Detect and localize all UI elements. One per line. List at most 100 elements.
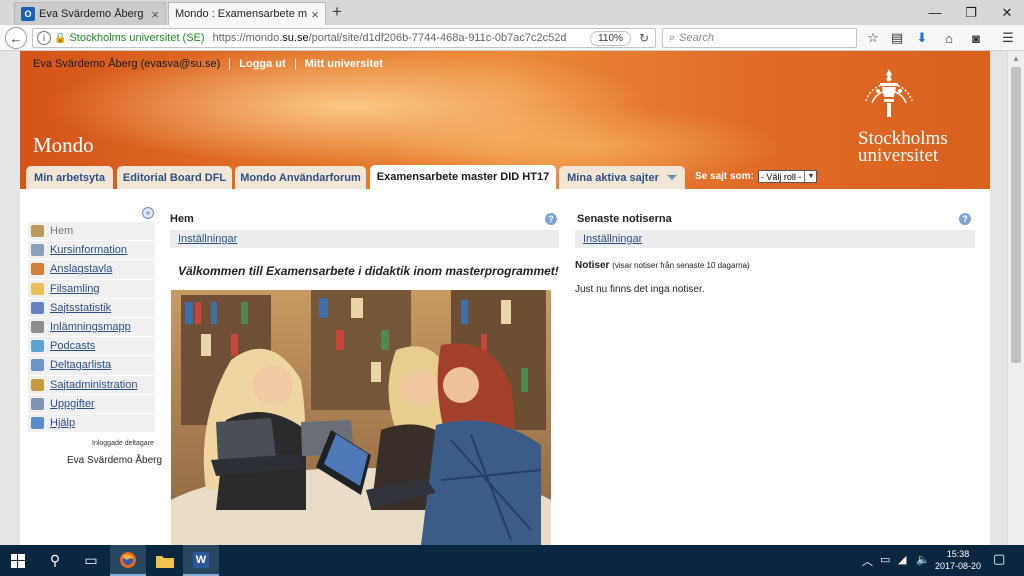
file-explorer-icon[interactable] (147, 545, 183, 576)
divider (229, 58, 231, 70)
tool-menu-item[interactable]: Sajtadministration (28, 375, 155, 395)
folder-icon (31, 282, 44, 295)
left-gutter (0, 51, 20, 545)
volume-icon[interactable]: 🔈 (916, 553, 930, 566)
help-icon[interactable]: ? (545, 213, 557, 225)
no-notices-text: Just nu finns det inga notiser. (575, 284, 705, 295)
tab-mondo-anvandarforum[interactable]: Mondo Användarforum (235, 166, 366, 189)
close-tab-icon[interactable]: × (151, 7, 159, 22)
home-settings-link[interactable]: Inställningar (178, 233, 237, 245)
dropbox-icon (31, 321, 44, 334)
logout-link[interactable]: Logga ut (239, 58, 285, 70)
tool-menu-item[interactable]: Podcasts (28, 337, 155, 357)
page-content: Eva Svärdemo Åberg (evasva@su.se) Logga … (0, 51, 1024, 545)
lock-icon: 🔒 (54, 32, 67, 44)
browser-nav-bar: ← i 🔒 Stockholms universitet (SE) https:… (0, 25, 1024, 51)
news-portlet-title: Senaste notiserna (577, 213, 672, 225)
university-logo[interactable]: Stockholms universitet (858, 61, 978, 166)
role-select[interactable]: - Välj roll - ▼ (757, 170, 818, 183)
university-seal-icon (865, 69, 913, 117)
close-window-button[interactable]: ✕ (990, 0, 1024, 25)
minimize-button[interactable]: — (918, 0, 952, 25)
tool-menu-item[interactable]: Uppgifter (28, 394, 155, 414)
view-as-control: Se sajt som: - Välj roll - ▼ (695, 170, 818, 183)
search-icon[interactable]: ⚲ (37, 545, 73, 576)
tool-menu-label: Sajtsstatistik (50, 301, 112, 314)
firefox-icon (120, 551, 136, 568)
notifications-icon[interactable]: ▢ (993, 551, 1005, 567)
close-tab-icon[interactable]: × (311, 7, 319, 22)
menu-icon[interactable]: ☰ (997, 28, 1019, 48)
tool-menu-label: Podcasts (50, 340, 96, 353)
welcome-photo (171, 290, 551, 545)
statistics-icon (31, 301, 44, 314)
tool-menu-item[interactable]: Filsamling (28, 279, 155, 299)
search-input[interactable]: ⌕ Search (662, 28, 857, 48)
collapse-menu-icon[interactable]: « (142, 207, 154, 219)
university-name: Stockholms universitet (858, 128, 948, 166)
tool-menu-item[interactable]: Kursinformation (28, 241, 155, 261)
url-text[interactable]: https://mondo.su.se/portal/site/d1df206b… (213, 32, 591, 44)
folder-icon (156, 555, 174, 568)
scroll-thumb[interactable] (1011, 67, 1021, 363)
tool-menu-item[interactable]: Sajtsstatistik (28, 298, 155, 318)
students-photo (171, 290, 551, 545)
home-icon[interactable]: ⌂ (938, 28, 960, 48)
tool-menu-item[interactable]: Hem (28, 222, 155, 242)
windows-start-icon[interactable] (0, 545, 36, 576)
news-settings-bar: Inställningar (575, 230, 975, 248)
system-clock[interactable]: 15:38 2017-08-20 (930, 548, 986, 572)
tool-menu-label: Deltagarlista (50, 359, 112, 372)
restore-button[interactable]: ❐ (954, 0, 988, 25)
tab-min-arbetsyta[interactable]: Min arbetsyta (26, 166, 113, 189)
bookmark-star-icon[interactable]: ☆ (862, 28, 884, 48)
help-icon[interactable]: ? (959, 213, 971, 225)
tool-menu-item[interactable]: Inlämningsmapp (28, 317, 155, 338)
chevron-up-icon[interactable]: ︿ (862, 553, 873, 569)
site-header-banner: Eva Svärdemo Åberg (evasva@su.se) Logga … (20, 51, 990, 189)
tool-menu-label: Hjälp (50, 416, 76, 429)
right-gutter (990, 51, 1007, 545)
tab-mina-aktiva-sajter[interactable]: Mina aktiva sajter (559, 166, 685, 189)
tab-examensarbete[interactable]: Examensarbete master DID HT17 (370, 165, 556, 189)
tool-menu-item[interactable]: Deltagarlista (28, 356, 155, 376)
roster-icon (31, 359, 44, 372)
browser-tab-title: Mondo : Examensarbete mast... (175, 8, 308, 20)
pocket-icon[interactable]: ◙ (965, 28, 987, 48)
battery-icon[interactable]: ▭ (880, 553, 890, 566)
network-icon[interactable]: ◢ (898, 553, 906, 566)
reload-icon[interactable]: ↻ (639, 31, 649, 45)
tool-menu: Hem Kursinformation Anslagstavla Filsamling… (28, 222, 155, 434)
my-university-link[interactable]: Mitt universitet (305, 58, 383, 70)
home-portlet-title: Hem (170, 213, 194, 225)
home-icon (31, 225, 44, 238)
bookmarks-library-icon[interactable]: ▤ (886, 28, 908, 48)
downloads-icon[interactable]: ⬇ (911, 28, 933, 48)
back-button[interactable]: ← (5, 27, 27, 49)
scroll-up-icon[interactable]: ▲ (1008, 51, 1024, 65)
site-admin-icon (31, 378, 44, 391)
browser-tab-title: Eva Svärdemo Åberg - Ou... (39, 8, 147, 20)
new-tab-button[interactable]: + (332, 3, 342, 21)
zoom-indicator[interactable]: 110% (590, 30, 631, 46)
address-bar[interactable]: i 🔒 Stockholms universitet (SE) https://… (32, 28, 656, 48)
search-placeholder: Search (679, 32, 715, 44)
search-icon: ⌕ (669, 31, 676, 44)
tool-menu-item[interactable]: Anslagstavla (28, 260, 155, 280)
site-title: Mondo (33, 133, 94, 157)
chevron-down-icon: ▼ (804, 171, 816, 182)
tool-menu-label: Kursinformation (50, 244, 128, 257)
back-arrow-icon: ← (9, 30, 23, 46)
task-view-icon[interactable]: ▭ (73, 545, 109, 576)
firefox-taskbar-icon[interactable] (110, 545, 146, 576)
notices-note: (visar notiser från senaste 10 dagarna) (612, 261, 750, 270)
browser-tab-mondo[interactable]: Mondo : Examensarbete mast... × (168, 2, 326, 25)
browser-tab-outlook[interactable]: O Eva Svärdemo Åberg - Ou... × (14, 2, 166, 25)
tool-menu-item[interactable]: Hjälp (28, 413, 155, 434)
outlook-icon: O (21, 7, 35, 21)
tab-editorial-board[interactable]: Editorial Board DFL (117, 166, 232, 189)
word-taskbar-icon[interactable]: W (183, 545, 219, 576)
news-settings-link[interactable]: Inställningar (583, 233, 642, 245)
info-icon[interactable]: i (37, 31, 51, 45)
page-scrollbar[interactable]: ▲ (1007, 51, 1024, 545)
